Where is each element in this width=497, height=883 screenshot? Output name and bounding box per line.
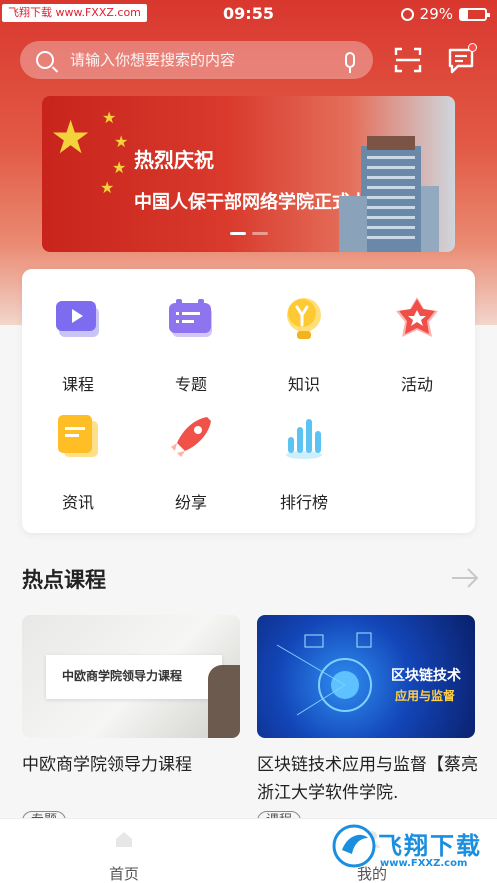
- video-play-icon: [56, 301, 99, 337]
- menu-label: 资讯: [61, 493, 94, 512]
- quick-menu: 课程 专题 知识 活动 资讯 纷享 排行榜: [22, 269, 475, 533]
- banner-headline: 热烈庆祝: [134, 148, 214, 172]
- thumbnail-title: 区块链技术: [391, 668, 461, 684]
- status-right: 29%: [400, 5, 490, 23]
- thumbnail-title: 中欧商学院领导力课程: [62, 669, 183, 683]
- microphone-icon[interactable]: [345, 52, 355, 73]
- search-input[interactable]: [70, 51, 345, 69]
- watermark-logo-icon: [332, 824, 376, 868]
- battery-icon: [459, 7, 490, 21]
- watermark-text: 飞翔下载: [378, 832, 482, 860]
- rocket-icon: [171, 417, 211, 457]
- star-badge-icon: [396, 297, 438, 337]
- course-title: 中欧商学院领导力课程: [22, 755, 192, 775]
- menu-item-news[interactable]: 资讯: [22, 387, 134, 512]
- thumbnail-subtitle: 应用与监督: [395, 689, 456, 703]
- watermark: 飞翔下载 www.FXXZ.com: [332, 820, 492, 878]
- search-icon: [36, 51, 54, 69]
- menu-item-course[interactable]: 课程: [22, 269, 134, 394]
- flag-star-icon: ★: [114, 132, 129, 151]
- arrow-right-icon[interactable]: [450, 566, 480, 590]
- course-title: 区块链技术应用与监督【蔡亮 浙江大学软件学院.: [257, 755, 478, 803]
- menu-item-topic[interactable]: 专题: [135, 269, 247, 394]
- news-document-icon: [58, 415, 98, 457]
- menu-label: 排行榜: [279, 493, 328, 512]
- nav-label: 首页: [108, 865, 139, 883]
- banner-carousel[interactable]: ★ ★ ★ ★ ★ 热烈庆祝 中国人保干部网络学院正式上线: [42, 96, 455, 252]
- status-bar: 飞翔下载 www.FXXZ.com 09:55 29%: [0, 0, 497, 28]
- flag-star-icon: ★: [100, 178, 115, 197]
- banner-dot-active[interactable]: [230, 232, 246, 235]
- bar-ranking-icon: [286, 419, 322, 459]
- flag-star-icon: ★: [102, 108, 117, 127]
- menu-item-knowledge[interactable]: 知识: [248, 269, 360, 394]
- menu-item-ranking[interactable]: 排行榜: [248, 387, 360, 512]
- menu-item-share[interactable]: 纷享: [135, 387, 247, 512]
- nav-item-home[interactable]: 首页: [54, 819, 194, 883]
- search-bar[interactable]: [20, 41, 373, 79]
- thumbnail-figure: [208, 665, 240, 738]
- menu-label: 活动: [400, 375, 433, 394]
- banner-dot[interactable]: [252, 232, 268, 235]
- course-thumbnail[interactable]: 中欧商学院领导力课程: [22, 615, 240, 738]
- banner-indicator[interactable]: [230, 232, 268, 235]
- folder-list-icon: [169, 299, 212, 337]
- flag-star-icon: ★: [112, 158, 127, 177]
- building-image: [339, 136, 439, 252]
- section-title: 热点课程: [22, 568, 106, 592]
- menu-label: 纷享: [174, 493, 207, 512]
- battery-fill: [461, 9, 468, 19]
- scan-icon[interactable]: [394, 46, 422, 74]
- lightbulb-icon: [287, 298, 321, 339]
- home-icon: [116, 832, 132, 847]
- message-badge: [468, 43, 477, 52]
- battery-percent: 29%: [419, 5, 453, 23]
- rotation-lock-icon: [400, 7, 414, 21]
- menu-item-activity[interactable]: 活动: [361, 269, 473, 394]
- flag-star-icon: ★: [50, 110, 92, 164]
- course-thumbnail[interactable]: 区块链技术 应用与监督: [257, 615, 475, 738]
- watermark-url: www.FXXZ.com: [380, 858, 468, 869]
